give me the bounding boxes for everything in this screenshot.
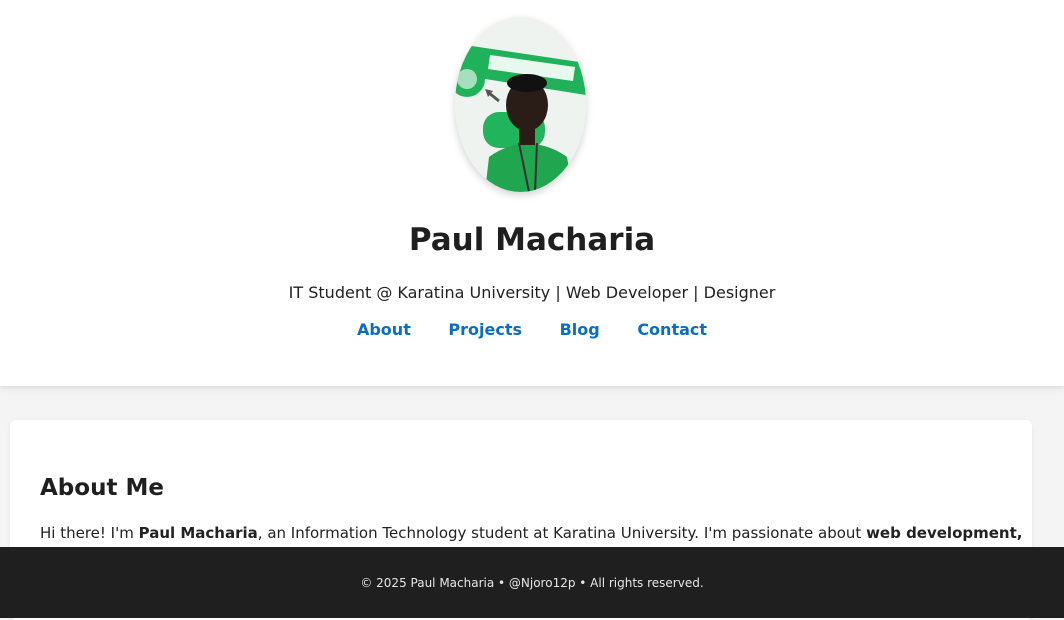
about-name-bold: Paul Macharia <box>138 524 258 542</box>
main-nav: About Projects Blog Contact <box>0 320 1064 339</box>
about-heading: About Me <box>40 475 164 501</box>
profile-tagline: IT Student @ Karatina University | Web D… <box>288 283 776 302</box>
nav-link-blog[interactable]: Blog <box>560 320 600 339</box>
site-footer: © 2025 Paul Macharia • @Njoro12p • All r… <box>0 547 1064 618</box>
site-header: Paul Macharia IT Student @ Karatina Univ… <box>0 0 1064 386</box>
profile-name: Paul Macharia <box>408 222 656 258</box>
about-text-intro: Hi there! I'm <box>40 524 139 542</box>
footer-copyright: © 2025 Paul Macharia • @Njoro12p • All r… <box>360 576 704 590</box>
about-paragraph: Hi there! I'm Paul Macharia, an Informat… <box>40 524 1022 542</box>
nav-link-projects[interactable]: Projects <box>448 320 522 339</box>
profile-photo-icon <box>455 17 586 192</box>
nav-link-contact[interactable]: Contact <box>637 320 707 339</box>
nav-link-about[interactable]: About <box>357 320 411 339</box>
about-text-middle: , an Information Technology student at K… <box>257 524 867 542</box>
about-text-bold-end: web development, <box>866 524 1023 542</box>
profile-avatar <box>455 17 586 192</box>
